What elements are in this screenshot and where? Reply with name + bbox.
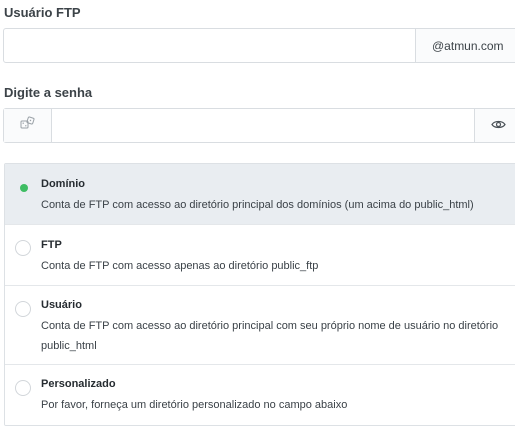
option-title: Usuário: [41, 299, 82, 311]
option-usuario[interactable]: Usuário Conta de FTP com acesso ao diret…: [5, 286, 515, 365]
eye-icon: [491, 117, 506, 135]
radio-personalizado[interactable]: [15, 380, 31, 396]
access-options-list: Domínio Conta de FTP com acesso ao diret…: [4, 163, 515, 426]
ftp-user-field: @atmun.com: [3, 28, 515, 63]
option-description: Por favor, forneça um diretório personal…: [41, 399, 348, 411]
option-title: Personalizado: [41, 378, 116, 390]
option-description: Conta de FTP com acesso ao diretório pri…: [41, 320, 499, 352]
option-description: Conta de FTP com acesso ao diretório pri…: [41, 199, 474, 211]
toggle-password-visibility-button[interactable]: [474, 109, 515, 142]
option-title: FTP: [41, 239, 62, 251]
option-ftp[interactable]: FTP Conta de FTP com acesso apenas ao di…: [5, 225, 515, 286]
ftp-user-input[interactable]: [4, 29, 415, 62]
generate-password-button[interactable]: [4, 109, 52, 142]
radio-dominio[interactable]: [15, 179, 31, 195]
radio-usuario[interactable]: [15, 301, 31, 317]
password-input[interactable]: [52, 109, 474, 142]
radio-ftp[interactable]: [15, 240, 31, 256]
domain-suffix: @atmun.com: [415, 29, 515, 62]
option-personalizado[interactable]: Personalizado Por favor, forneça um dire…: [5, 365, 515, 425]
dice-icon: [20, 116, 36, 135]
password-field: [3, 108, 515, 143]
password-label: Digite a senha: [4, 85, 93, 100]
option-dominio[interactable]: Domínio Conta de FTP com acesso ao diret…: [5, 164, 515, 225]
ftp-user-label: Usuário FTP: [4, 5, 81, 20]
option-title: Domínio: [41, 178, 85, 190]
option-description: Conta de FTP com acesso apenas ao diretó…: [41, 260, 319, 272]
